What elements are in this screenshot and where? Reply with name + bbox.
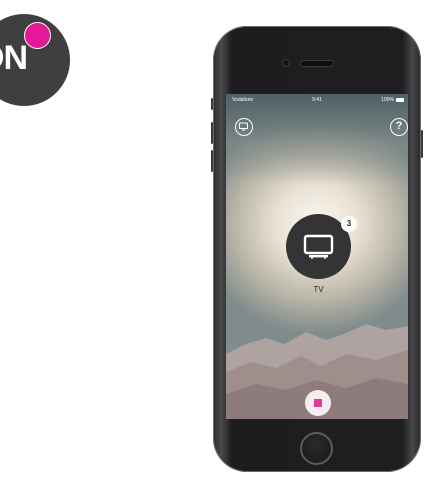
power-button (421, 130, 423, 158)
device-label: TV (313, 285, 324, 294)
volume-button (211, 122, 213, 144)
phone-screen: Vodafone 9:41 100% ? 3 TV (226, 94, 408, 419)
stop-icon (314, 399, 322, 407)
help-icon: ? (395, 120, 403, 132)
on-logo-text: ON (0, 39, 28, 77)
mute-switch (211, 98, 213, 110)
earpiece-speaker (301, 61, 333, 66)
battery-icon (396, 98, 404, 102)
status-bar: Vodafone 9:41 100% (226, 94, 408, 106)
logo-dot-icon (24, 22, 51, 49)
cast-icon (238, 122, 249, 131)
page: ON Vodafone 9:41 100% (0, 0, 424, 485)
volume-button (211, 150, 213, 172)
front-camera-icon (283, 60, 289, 66)
battery-label: 100% (381, 97, 394, 103)
sky-background (226, 94, 408, 184)
home-button[interactable] (300, 432, 333, 465)
stop-button[interactable] (305, 390, 331, 416)
on-logo: ON (0, 14, 70, 106)
help-button[interactable]: ? (390, 118, 408, 136)
cast-button[interactable] (235, 118, 253, 136)
phone-device: Vodafone 9:41 100% ? 3 TV (211, 26, 423, 472)
device-count-badge: 3 (341, 216, 357, 232)
